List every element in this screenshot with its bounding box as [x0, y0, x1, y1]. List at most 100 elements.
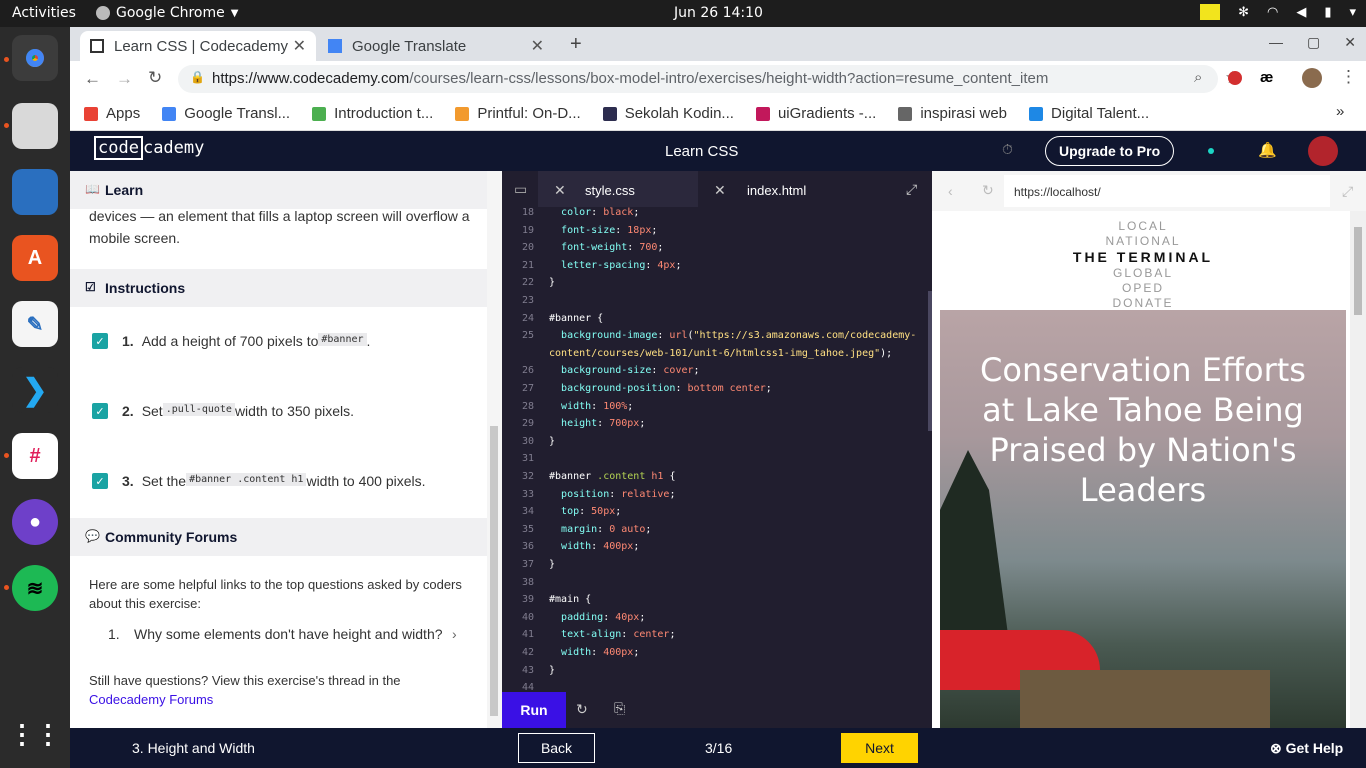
- tab-google-translate[interactable]: Google Translate ✕: [318, 31, 554, 61]
- copy-code-icon[interactable]: ⎘: [614, 700, 625, 717]
- code-line[interactable]: #main {: [549, 594, 591, 605]
- zoom-icon[interactable]: ⌕: [1194, 69, 1202, 86]
- code-line[interactable]: width: 400px;: [549, 647, 639, 658]
- minimize-icon[interactable]: —: [1269, 34, 1283, 51]
- code-line[interactable]: width: 100%;: [549, 401, 633, 412]
- code-line[interactable]: font-weight: 700;: [549, 242, 663, 253]
- code-line[interactable]: content/courses/web-101/unit-6/htmlcss1-…: [549, 348, 892, 359]
- get-help-button[interactable]: ⊗ Get Help: [1270, 740, 1343, 757]
- close-file-icon[interactable]: ✕: [714, 182, 726, 199]
- close-tab-icon[interactable]: ✕: [293, 36, 306, 56]
- bookmark-introduction[interactable]: Introduction t...: [312, 105, 433, 122]
- bookmark-apps[interactable]: Apps: [84, 105, 140, 122]
- system-tray[interactable]: ✻ ◠ ◀ ▮ ▾: [1200, 4, 1356, 20]
- code-line[interactable]: text-align: center;: [549, 629, 675, 640]
- wifi-icon[interactable]: ◠: [1267, 5, 1278, 20]
- activities-button[interactable]: Activities: [12, 5, 76, 21]
- nav-link-active[interactable]: THE TERMINAL: [940, 249, 1346, 265]
- run-button[interactable]: Run: [502, 692, 566, 728]
- url-field[interactable]: 🔒 https://www.codecademy.com/courses/lea…: [178, 65, 1218, 93]
- folder-icon[interactable]: ▭: [514, 181, 527, 198]
- maximize-icon[interactable]: ▢: [1307, 34, 1320, 51]
- code-line[interactable]: margin: 0 auto;: [549, 524, 651, 535]
- code-line[interactable]: font-size: 18px;: [549, 225, 657, 236]
- notes-icon[interactable]: [1200, 4, 1221, 20]
- battery-icon[interactable]: ▮: [1324, 5, 1331, 20]
- codecademy-logo[interactable]: code cademy: [94, 136, 204, 160]
- github-icon[interactable]: ●: [12, 499, 58, 545]
- profile-avatar[interactable]: [1302, 68, 1322, 88]
- bell-icon[interactable]: 🔔: [1258, 141, 1277, 159]
- timer-icon[interactable]: ⏱: [1002, 141, 1013, 158]
- code-line[interactable]: background-position: bottom center;: [549, 383, 772, 394]
- preview-scrollbar[interactable]: [1350, 211, 1366, 728]
- bookmark-google-translate[interactable]: Google Transl...: [162, 105, 290, 122]
- tab-index-html[interactable]: ✕ index.html: [698, 171, 888, 207]
- slack-icon[interactable]: #: [12, 433, 58, 479]
- close-file-icon[interactable]: ✕: [554, 182, 566, 199]
- code-line[interactable]: background-size: cover;: [549, 365, 700, 376]
- close-window-icon[interactable]: ✕: [1344, 34, 1356, 51]
- code-line[interactable]: height: 700px;: [549, 418, 645, 429]
- code-line[interactable]: }: [549, 277, 555, 288]
- nav-link[interactable]: OPED: [940, 281, 1346, 295]
- nav-link[interactable]: NATIONAL: [940, 234, 1346, 248]
- nav-link[interactable]: LOCAL: [940, 219, 1346, 233]
- scrollbar-thumb[interactable]: [490, 426, 498, 716]
- code-line[interactable]: }: [549, 436, 555, 447]
- reload-icon[interactable]: ↻: [148, 68, 162, 88]
- exercise-title[interactable]: 3. Height and Width: [132, 740, 255, 756]
- bookmark-folder-inspirasi[interactable]: inspirasi web: [898, 105, 1007, 122]
- more-bookmarks-icon[interactable]: »: [1336, 103, 1344, 120]
- forum-question-link[interactable]: 1. Why some elements don't have height an…: [108, 626, 468, 642]
- vscode-icon[interactable]: ❯: [12, 367, 58, 413]
- expand-icon[interactable]: ⤢: [906, 181, 917, 198]
- power-menu-icon[interactable]: ▾: [1349, 5, 1356, 20]
- bookmark-sekolah-koding[interactable]: Sekolah Kodin...: [602, 105, 734, 122]
- extension-record-icon[interactable]: [1228, 71, 1242, 85]
- back-icon[interactable]: ←: [84, 69, 101, 89]
- volume-icon[interactable]: ◀: [1296, 5, 1306, 20]
- code-line[interactable]: position: relative;: [549, 489, 675, 500]
- code-line[interactable]: padding: 40px;: [549, 612, 645, 623]
- files-icon[interactable]: [12, 103, 58, 149]
- code-line[interactable]: letter-spacing: 4px;: [549, 260, 681, 271]
- preview-reload-icon[interactable]: ↻: [982, 182, 994, 199]
- learn-panel-scrollbar[interactable]: [487, 171, 502, 728]
- clock[interactable]: Jun 26 14:10: [674, 5, 763, 21]
- code-line[interactable]: background-image: url("https://s3.amazon…: [549, 330, 916, 341]
- codecademy-forums-link[interactable]: Codecademy Forums: [89, 692, 213, 707]
- app-menu[interactable]: Google Chrome ▼: [96, 5, 238, 21]
- code-line[interactable]: #banner {: [549, 313, 603, 324]
- show-applications-icon[interactable]: ⋮⋮: [9, 711, 61, 757]
- nav-link[interactable]: DONATE: [940, 296, 1346, 310]
- next-button[interactable]: Next: [841, 733, 918, 763]
- slack-tray-icon[interactable]: ✻: [1238, 5, 1249, 20]
- new-tab-button[interactable]: +: [570, 33, 582, 56]
- preview-back-icon[interactable]: ‹: [948, 183, 953, 199]
- learn-header[interactable]: 📖 Learn: [70, 171, 487, 209]
- preview-url-field[interactable]: https://localhost/: [1004, 175, 1330, 207]
- extension-ae-icon[interactable]: æ: [1260, 69, 1273, 86]
- tab-style-css[interactable]: ✕ style.css: [538, 171, 698, 207]
- chrome-dock-icon[interactable]: [12, 35, 58, 81]
- spotify-icon[interactable]: ≋: [12, 565, 58, 611]
- code-line[interactable]: width: 400px;: [549, 541, 639, 552]
- reset-icon[interactable]: ↻: [576, 701, 588, 718]
- document-viewer-icon[interactable]: [12, 169, 58, 215]
- tab-learn-css[interactable]: Learn CSS | Codecademy ✕: [80, 31, 316, 61]
- code-line[interactable]: }: [549, 559, 555, 570]
- instructions-header[interactable]: ☑ Instructions: [70, 269, 487, 307]
- code-area[interactable]: 18 color: black; 19 font-size: 18px; 20 fo…: [502, 207, 932, 693]
- user-avatar[interactable]: [1308, 136, 1338, 166]
- close-tab-icon[interactable]: ✕: [531, 36, 544, 56]
- code-line[interactable]: color: black;: [549, 207, 639, 218]
- bookmark-uigradients[interactable]: uiGradients -...: [755, 105, 876, 122]
- community-forums-header[interactable]: 💬 Community Forums: [70, 518, 487, 556]
- preview-expand-icon[interactable]: ⤢: [1342, 183, 1353, 200]
- upgrade-button[interactable]: Upgrade to Pro: [1045, 136, 1175, 166]
- chrome-menu-icon[interactable]: ⋮: [1340, 67, 1357, 87]
- code-line[interactable]: top: 50px;: [549, 506, 621, 517]
- forward-icon[interactable]: →: [116, 69, 133, 89]
- nav-link[interactable]: GLOBAL: [940, 266, 1346, 280]
